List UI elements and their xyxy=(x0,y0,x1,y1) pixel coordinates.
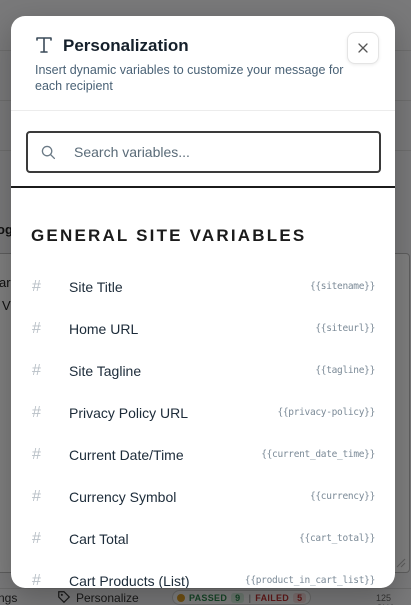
variable-label: Site Title xyxy=(69,279,123,295)
variable-item[interactable]: # Cart Products (List) {{product_in_cart… xyxy=(11,560,395,588)
hash-icon: # xyxy=(32,488,41,505)
variable-label: Currency Symbol xyxy=(69,489,177,505)
variable-token: {{privacy-policy}} xyxy=(277,407,375,418)
variable-item[interactable]: # Site Title {{sitename}} xyxy=(11,266,395,308)
variable-label: Site Tagline xyxy=(69,363,142,379)
hash-icon: # xyxy=(32,572,41,588)
variable-token: {{product_in_cart_list}} xyxy=(244,575,375,586)
variable-item[interactable]: # Site Tagline {{tagline}} xyxy=(11,350,395,392)
section-title: GENERAL SITE VARIABLES xyxy=(31,226,307,245)
variable-item[interactable]: # Cart Total {{cart_total}} xyxy=(11,518,395,560)
variable-item[interactable]: # Home URL {{siteurl}} xyxy=(11,308,395,350)
variable-list: # Site Title {{sitename}} # Home URL {{s… xyxy=(11,266,395,588)
close-icon xyxy=(358,43,368,53)
resize-handle-icon[interactable] xyxy=(394,556,406,568)
hash-icon: # xyxy=(32,446,41,463)
text-type-icon xyxy=(36,37,52,53)
search-icon xyxy=(41,145,56,160)
variable-label: Current Date/Time xyxy=(69,447,184,463)
variable-token: {{currency}} xyxy=(309,491,375,502)
hash-icon: # xyxy=(32,362,41,379)
variable-token: {{sitename}} xyxy=(309,281,375,292)
personalization-modal: Personalization Insert dynamic variables… xyxy=(11,16,395,588)
modal-subtitle: Insert dynamic variables to customize yo… xyxy=(35,63,344,93)
hash-icon: # xyxy=(32,278,41,295)
variable-label: Cart Products (List) xyxy=(69,573,190,588)
variable-token: {{tagline}} xyxy=(315,365,375,376)
variable-item[interactable]: # Privacy Policy URL {{privacy-policy}} xyxy=(11,392,395,434)
hash-icon: # xyxy=(32,320,41,337)
variable-token: {{current_date_time}} xyxy=(261,449,375,460)
search-input[interactable] xyxy=(74,133,374,171)
modal-header: Personalization Insert dynamic variables… xyxy=(11,16,395,111)
search-box xyxy=(26,131,381,173)
variable-item[interactable]: # Currency Symbol {{currency}} xyxy=(11,476,395,518)
hash-icon: # xyxy=(32,404,41,421)
variable-label: Privacy Policy URL xyxy=(69,405,189,421)
variable-token: {{cart_total}} xyxy=(299,533,375,544)
hash-icon: # xyxy=(32,530,41,547)
variable-token: {{siteurl}} xyxy=(315,323,375,334)
search-section xyxy=(11,112,395,188)
variable-label: Cart Total xyxy=(69,531,129,547)
variable-label: Home URL xyxy=(69,321,139,337)
modal-title: Personalization xyxy=(63,36,189,55)
variable-item[interactable]: # Current Date/Time {{current_date_time}… xyxy=(11,434,395,476)
close-button[interactable] xyxy=(347,32,379,64)
